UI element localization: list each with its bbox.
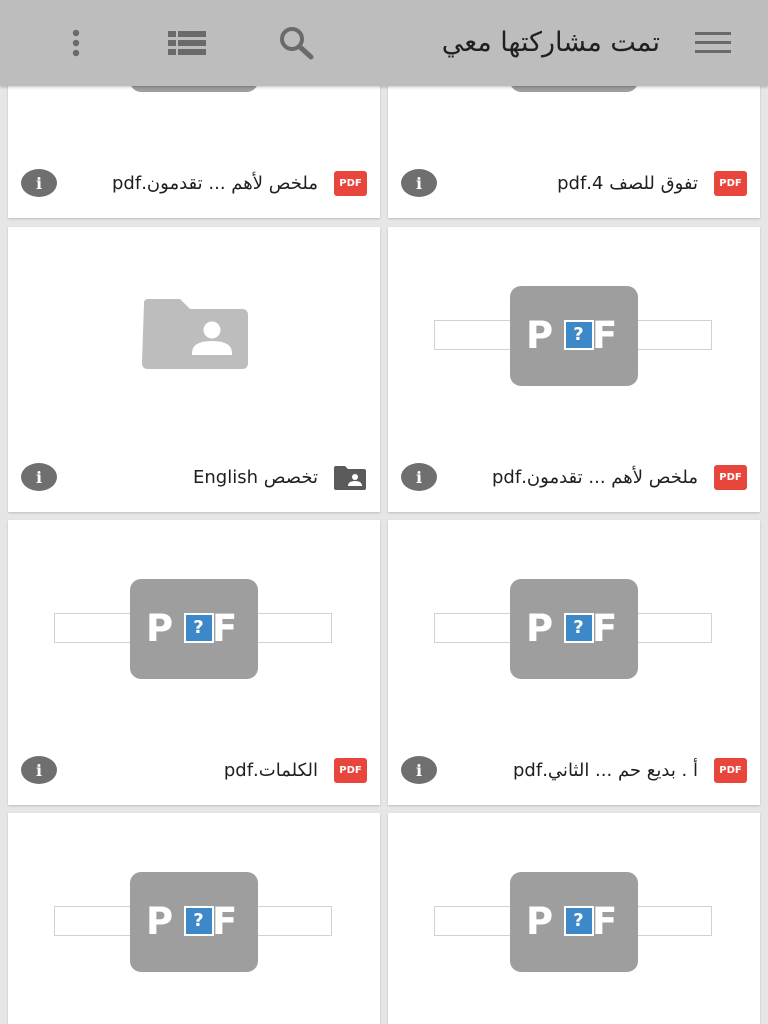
info-icon[interactable]: i bbox=[21, 756, 57, 784]
file-card[interactable]: P ? F i ملخص لأهم ... تقدمون.pdf PDF bbox=[388, 227, 760, 512]
pdf-file-icon: PDF bbox=[714, 758, 747, 783]
pdf-preview-icon: P ? F bbox=[130, 579, 258, 679]
file-card[interactable]: P ? F bbox=[8, 813, 380, 1024]
list-view-icon[interactable] bbox=[160, 16, 214, 70]
file-name: ملخص لأهم ... تقدمون.pdf bbox=[492, 467, 698, 488]
file-card-footer: i تخصص English bbox=[8, 460, 380, 500]
shared-folder-type-icon bbox=[334, 466, 366, 490]
pdf-file-icon: PDF bbox=[334, 171, 367, 196]
info-icon[interactable]: i bbox=[21, 463, 57, 491]
info-icon[interactable]: i bbox=[401, 169, 437, 197]
file-card-footer: i ملخص لأهم ... تقدمون.pdf PDF bbox=[8, 166, 380, 206]
file-card-footer: i ملخص لأهم ... تقدمون.pdf PDF bbox=[388, 460, 760, 500]
folder-thumbnail bbox=[8, 227, 380, 457]
file-card[interactable]: P ? F i أ . بديع حم ... الثاني.pdf PDF bbox=[388, 520, 760, 805]
info-icon[interactable]: i bbox=[401, 756, 437, 784]
file-card[interactable]: P ? F i الكلمات.pdf PDF bbox=[8, 520, 380, 805]
file-grid: i تفوق للصف 4.pdf PDF i ملخص لأهم ... تق… bbox=[0, 0, 768, 1024]
file-name: أ . بديع حم ... الثاني.pdf bbox=[513, 760, 698, 781]
pdf-thumbnail: P ? F bbox=[388, 813, 760, 1024]
info-icon[interactable]: i bbox=[21, 169, 57, 197]
file-card-footer: i أ . بديع حم ... الثاني.pdf PDF bbox=[388, 753, 760, 793]
pdf-file-icon: PDF bbox=[714, 465, 747, 490]
pdf-preview-icon: P ? F bbox=[510, 286, 638, 386]
file-name: تفوق للصف 4.pdf bbox=[557, 173, 698, 194]
hamburger-menu-icon[interactable] bbox=[686, 16, 740, 70]
file-card-footer: i تفوق للصف 4.pdf PDF bbox=[388, 166, 760, 206]
app-bar: تمت مشاركتها معي bbox=[0, 0, 768, 86]
shared-folder-icon bbox=[142, 299, 248, 369]
file-card[interactable]: P ? F bbox=[388, 813, 760, 1024]
pdf-thumbnail: P ? F bbox=[8, 813, 380, 1024]
pdf-file-icon: PDF bbox=[714, 171, 747, 196]
search-icon[interactable] bbox=[270, 16, 324, 70]
pdf-thumbnail: P ? F bbox=[388, 520, 760, 750]
folder-card[interactable]: i تخصص English bbox=[8, 227, 380, 512]
pdf-preview-icon: P ? F bbox=[510, 872, 638, 972]
folder-name: تخصص English bbox=[192, 467, 318, 488]
pdf-thumbnail: P ? F bbox=[8, 520, 380, 750]
pdf-preview-icon: P ? F bbox=[510, 579, 638, 679]
pdf-preview-icon: P ? F bbox=[130, 872, 258, 972]
file-card-footer: i الكلمات.pdf PDF bbox=[8, 753, 380, 793]
page-title: تمت مشاركتها معي bbox=[441, 27, 660, 58]
pdf-file-icon: PDF bbox=[334, 758, 367, 783]
info-icon[interactable]: i bbox=[401, 463, 437, 491]
file-name: الكلمات.pdf bbox=[223, 760, 318, 781]
pdf-thumbnail: P ? F bbox=[388, 227, 760, 457]
file-name: ملخص لأهم ... تقدمون.pdf bbox=[112, 173, 318, 194]
more-vert-icon[interactable] bbox=[49, 16, 103, 70]
